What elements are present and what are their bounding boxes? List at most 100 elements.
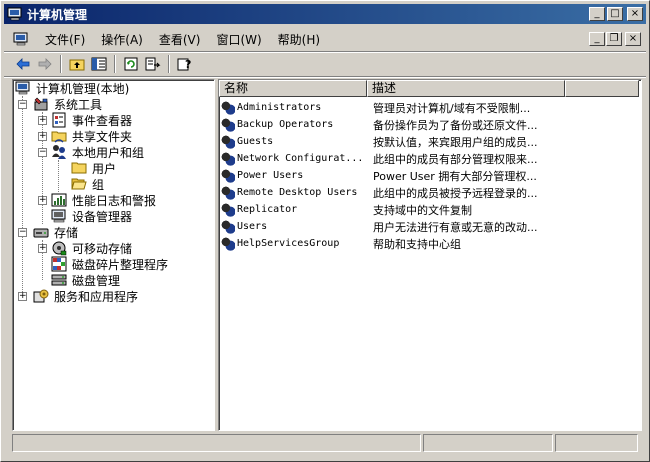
tree-item-groups[interactable]: 组 xyxy=(71,175,107,193)
group-description: 备份操作员为了备份或还原文件... xyxy=(373,118,538,132)
tree-line xyxy=(22,96,23,296)
menu-view[interactable]: 查看(V) xyxy=(151,29,209,50)
tree-label: 共享文件夹 xyxy=(72,129,133,144)
menu-help[interactable]: 帮助(H) xyxy=(270,29,328,50)
user-group-icon xyxy=(221,219,235,234)
up-folder-icon[interactable] xyxy=(66,54,88,74)
user-group-icon xyxy=(221,117,235,132)
device-manager-icon xyxy=(51,208,67,224)
list-item[interactable]: Network Configurat... 此组中的成员有部分管理权限来... xyxy=(221,150,559,167)
title-bar[interactable]: 计算机管理 _ □ × xyxy=(4,4,646,24)
svg-text:?: ? xyxy=(185,58,191,71)
tree-item-system-tools[interactable]: 系统工具 xyxy=(33,96,104,112)
group-description: 支持域中的文件复制 xyxy=(373,203,472,217)
collapse-toggle[interactable]: − xyxy=(18,100,27,109)
shared-folder-icon xyxy=(51,128,67,144)
tree-label: 用户 xyxy=(92,161,117,176)
tree-pane[interactable]: 计算机管理(本地) − 系统工具 + 事件查看器 + 共享文件夹 − 本地用户和… xyxy=(12,79,215,431)
list-item[interactable]: Guests 按默认值，来宾跟用户组的成员... xyxy=(221,133,559,150)
collapse-toggle[interactable]: − xyxy=(38,148,47,157)
tree-item-services[interactable]: 服务和应用程序 xyxy=(33,288,140,304)
tree-label: 性能日志和警报 xyxy=(72,193,157,208)
computer-management-icon xyxy=(7,6,23,22)
group-name: Replicator xyxy=(237,204,298,215)
toolbar-separator xyxy=(168,55,170,73)
tree-item-shared-folders[interactable]: 共享文件夹 xyxy=(51,128,134,144)
status-pane-tertiary xyxy=(555,434,638,452)
forward-arrow-icon[interactable] xyxy=(34,54,56,74)
help-icon[interactable]: ? xyxy=(174,54,196,74)
tree-item-perf-logs[interactable]: 性能日志和警报 xyxy=(51,192,158,208)
expand-toggle[interactable]: + xyxy=(38,116,47,125)
back-arrow-icon[interactable] xyxy=(12,54,34,74)
group-description: 用户无法进行有意或无意的改动... xyxy=(373,220,538,234)
refresh-icon[interactable] xyxy=(120,54,142,74)
list-item[interactable]: Power Users Power User 拥有大部分管理权... xyxy=(221,167,559,184)
show-hide-tree-icon[interactable] xyxy=(88,54,110,74)
user-group-icon xyxy=(221,151,235,166)
tree-item-event-viewer[interactable]: 事件查看器 xyxy=(51,112,134,128)
list-item[interactable]: Replicator 支持域中的文件复制 xyxy=(221,201,559,218)
tree-label: 组 xyxy=(90,175,107,193)
user-group-icon xyxy=(221,236,235,251)
tree-item-users[interactable]: 用户 xyxy=(71,160,118,176)
computer-icon xyxy=(15,80,31,96)
menu-file[interactable]: 文件(F) xyxy=(37,29,93,50)
toolbar-separator-line xyxy=(4,76,646,78)
maximize-button[interactable]: □ xyxy=(607,7,623,21)
performance-logs-icon xyxy=(51,192,67,208)
tree-item-device-manager[interactable]: 设备管理器 xyxy=(51,208,134,224)
tree-line xyxy=(58,160,59,192)
tree-item-root[interactable]: 计算机管理(本地) xyxy=(15,80,131,96)
minimize-button[interactable]: _ xyxy=(589,7,605,21)
tree-label: 可移动存储 xyxy=(72,241,133,256)
tree-label: 计算机管理(本地) xyxy=(36,81,130,96)
tree-label: 事件查看器 xyxy=(72,113,133,128)
tree-item-storage[interactable]: 存储 xyxy=(33,224,80,240)
toolbar-separator xyxy=(114,55,116,73)
list-item[interactable]: Users 用户无法进行有意或无意的改动... xyxy=(221,218,559,235)
list-item[interactable]: Remote Desktop Users 此组中的成员被授予远程登录的... xyxy=(221,184,559,201)
expand-toggle[interactable]: + xyxy=(18,292,27,301)
tree-item-disk-management[interactable]: 磁盘管理 xyxy=(51,272,122,288)
mdi-minimize-button[interactable]: _ xyxy=(589,32,605,46)
disk-management-icon xyxy=(51,272,67,288)
collapse-toggle[interactable]: − xyxy=(18,228,27,237)
close-button[interactable]: × xyxy=(627,7,643,21)
list-item[interactable]: Backup Operators 备份操作员为了备份或还原文件... xyxy=(221,116,559,133)
menu-action[interactable]: 操作(A) xyxy=(93,29,151,50)
tree-label: 设备管理器 xyxy=(72,209,133,224)
status-pane-main xyxy=(12,434,421,452)
tree-item-removable[interactable]: 可移动存储 xyxy=(51,240,134,256)
expand-toggle[interactable]: + xyxy=(38,132,47,141)
open-folder-icon xyxy=(71,176,87,192)
export-list-icon[interactable] xyxy=(142,54,164,74)
list-item[interactable]: HelpServicesGroup 帮助和支持中心组 xyxy=(221,235,559,252)
group-name: Users xyxy=(237,221,268,232)
computer-icon[interactable] xyxy=(13,31,29,47)
menu-window[interactable]: 窗口(W) xyxy=(208,29,269,50)
toolbar: ? xyxy=(4,52,646,76)
list-pane[interactable]: 名称 描述 Administrators 管理员对计算机/域有不受限制... B… xyxy=(218,79,642,431)
column-header-description[interactable]: 描述 xyxy=(367,80,565,97)
event-viewer-icon xyxy=(51,112,67,128)
user-group-icon xyxy=(221,134,235,149)
pane-edge xyxy=(642,79,646,431)
tree-item-defrag[interactable]: 磁盘碎片整理程序 xyxy=(51,256,170,272)
mdi-close-button[interactable]: × xyxy=(625,32,641,46)
group-name: Network Configurat... xyxy=(237,153,364,164)
group-description: 按默认值，来宾跟用户组的成员... xyxy=(373,135,538,149)
tree-label: 本地用户和组 xyxy=(72,145,145,160)
expand-toggle[interactable]: + xyxy=(38,244,47,253)
services-apps-icon xyxy=(33,288,49,304)
status-pane-secondary xyxy=(423,434,553,452)
list-header: 名称 描述 xyxy=(219,80,639,97)
expand-toggle[interactable]: + xyxy=(38,196,47,205)
list-item[interactable]: Administrators 管理员对计算机/域有不受限制... xyxy=(221,99,559,116)
tree-item-local-users[interactable]: 本地用户和组 xyxy=(51,144,146,160)
group-description: 此组中的成员有部分管理权限来... xyxy=(373,152,538,166)
mdi-restore-button[interactable]: ❐ xyxy=(606,32,622,46)
column-header-name[interactable]: 名称 xyxy=(219,80,367,97)
menu-bar: 文件(F) 操作(A) 查看(V) 窗口(W) 帮助(H) _ ❐ × xyxy=(4,27,646,51)
toolbar-separator xyxy=(60,55,62,73)
